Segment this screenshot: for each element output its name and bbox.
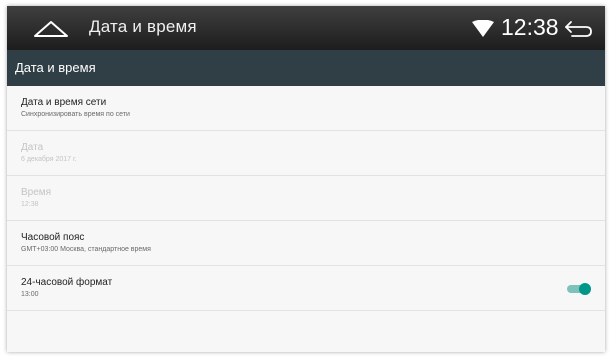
setting-title: Время — [21, 187, 52, 198]
setting-24-hour-format[interactable]: 24-часовой формат 13:00 — [7, 266, 605, 311]
setting-date: Дата 6 декабря 2017 г. — [7, 131, 605, 176]
settings-list: Дата и время сети Синхронизировать время… — [7, 86, 605, 311]
setting-title: Дата и время сети — [21, 97, 107, 108]
setting-subtitle: GMT+03:00 Москва, стандартное время — [21, 246, 151, 253]
setting-title: Дата — [21, 142, 44, 153]
toggle-thumb — [579, 283, 591, 295]
setting-subtitle: 6 декабря 2017 г. — [21, 156, 77, 163]
setting-title: 24-часовой формат — [21, 277, 113, 288]
setting-time-zone[interactable]: Часовой пояс GMT+03:00 Москва, стандартн… — [7, 221, 605, 266]
status-bar-title: Дата и время — [89, 17, 197, 36]
setting-subtitle: Синхронизировать время по сети — [21, 111, 130, 118]
back-arrow-icon[interactable] — [564, 19, 594, 39]
setting-subtitle: 12:38 — [21, 201, 39, 208]
setting-title: Часовой пояс — [21, 232, 85, 243]
status-bar: Дата и время 12:38 — [7, 6, 605, 50]
device-screen: Дата и время 12:38 Дата и время Дата и в… — [7, 6, 605, 352]
wifi-icon — [472, 20, 494, 37]
status-bar-time: 12:38 — [501, 14, 559, 40]
24-hour-format-toggle[interactable] — [567, 283, 593, 295]
home-icon[interactable] — [31, 16, 71, 40]
setting-subtitle: 13:00 — [21, 291, 39, 298]
app-bar: Дата и время — [7, 50, 605, 86]
setting-network-time[interactable]: Дата и время сети Синхронизировать время… — [7, 86, 605, 131]
setting-time: Время 12:38 — [7, 176, 605, 221]
page-title: Дата и время — [15, 60, 96, 75]
